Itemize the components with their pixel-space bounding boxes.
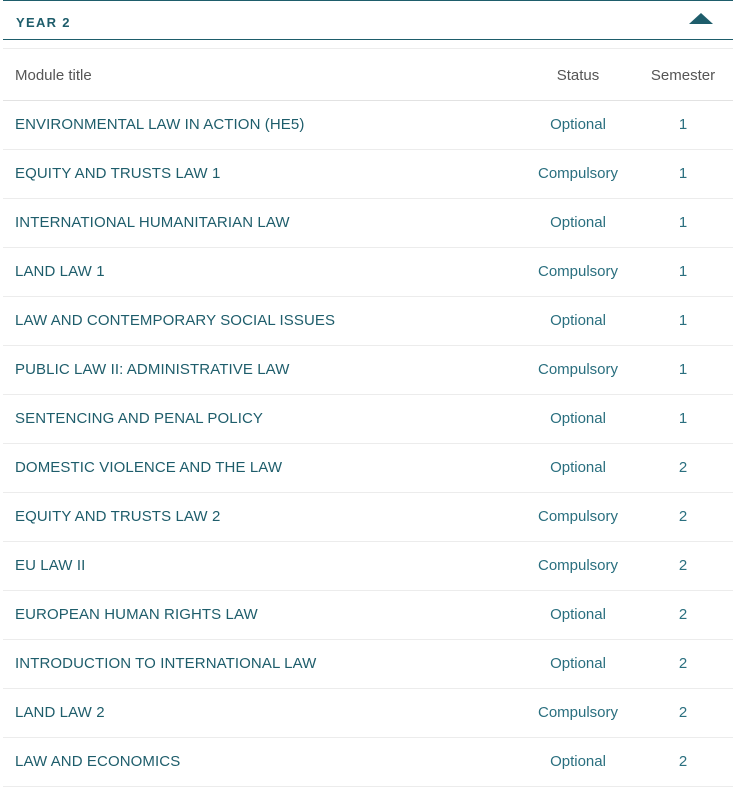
module-title-link[interactable]: LAW AND CONTEMPORARY SOCIAL ISSUES <box>15 297 335 345</box>
module-status: Compulsory <box>537 704 619 721</box>
module-status: Optional <box>550 214 606 231</box>
module-status: Optional <box>550 606 606 623</box>
module-semester: 1 <box>678 214 688 231</box>
table-row: EUROPEAN HUMAN RIGHTS LAW Optional 2 <box>3 591 733 640</box>
module-status: Compulsory <box>537 165 619 182</box>
header-semester: Semester <box>650 67 716 84</box>
module-title-link[interactable]: LAW AND ECONOMICS <box>15 738 180 786</box>
module-semester: 1 <box>678 263 688 280</box>
table-row: INTRODUCTION TO INTERNATIONAL LAW Optiona… <box>3 640 733 689</box>
module-status: Optional <box>550 459 606 476</box>
module-semester: 1 <box>678 165 688 182</box>
module-semester: 2 <box>678 704 688 721</box>
module-title-link[interactable]: PUBLIC LAW II: ADMINISTRATIVE LAW <box>15 346 289 394</box>
module-status: Optional <box>550 410 606 427</box>
module-semester: 2 <box>678 606 688 623</box>
module-title-link[interactable]: LAND LAW 1 <box>15 248 105 296</box>
table-row: LAND LAW 2 Compulsory 2 <box>3 689 733 738</box>
module-semester: 2 <box>678 753 688 770</box>
module-semester: 2 <box>678 459 688 476</box>
header-status: Status <box>556 67 600 84</box>
table-row: ENVIRONMENTAL LAW IN ACTION (HE5) Optiona… <box>3 101 733 150</box>
module-title-link[interactable]: LAND LAW 2 <box>15 689 105 737</box>
table-row: LAW AND CONTEMPORARY SOCIAL ISSUES Option… <box>3 297 733 346</box>
module-semester: 1 <box>678 312 688 329</box>
module-title-link[interactable]: SENTENCING AND PENAL POLICY <box>15 395 263 443</box>
table-row: PUBLIC LAW II: ADMINISTRATIVE LAW Compuls… <box>3 346 733 395</box>
table-row: LAND LAW 1 Compulsory 1 <box>3 248 733 297</box>
module-semester: 1 <box>678 116 688 133</box>
accordion-header[interactable]: YEAR 2 <box>3 0 733 40</box>
year-2-accordion: YEAR 2 <box>3 0 733 40</box>
module-semester: 2 <box>678 557 688 574</box>
module-title-link[interactable]: EUROPEAN HUMAN RIGHTS LAW <box>15 591 258 639</box>
table-row: DOMESTIC VIOLENCE AND THE LAW Optional 2 <box>3 444 733 493</box>
module-status: Optional <box>550 655 606 672</box>
module-title-link[interactable]: DOMESTIC VIOLENCE AND THE LAW <box>15 444 282 492</box>
table-row: LAW AND ECONOMICS Optional 2 <box>3 738 733 787</box>
table-row: EQUITY AND TRUSTS LAW 2 Compulsory 2 <box>3 493 733 542</box>
table-body: ENVIRONMENTAL LAW IN ACTION (HE5) Optiona… <box>3 101 733 787</box>
module-status: Compulsory <box>537 508 619 525</box>
module-status: Optional <box>550 753 606 770</box>
collapse-caret-icon[interactable] <box>689 13 713 24</box>
table-header-row: Module title Status Semester <box>3 49 733 101</box>
module-title-link[interactable]: EQUITY AND TRUSTS LAW 1 <box>15 150 220 198</box>
table-row: EU LAW II Compulsory 2 <box>3 542 733 591</box>
table-row: SENTENCING AND PENAL POLICY Optional 1 <box>3 395 733 444</box>
module-status: Optional <box>550 312 606 329</box>
module-semester: 2 <box>678 655 688 672</box>
module-status: Optional <box>550 116 606 133</box>
accordion-title: YEAR 2 <box>16 15 71 30</box>
header-module-title: Module title <box>15 67 92 84</box>
module-title-link[interactable]: ENVIRONMENTAL LAW IN ACTION (HE5) <box>15 101 304 149</box>
module-semester: 1 <box>678 410 688 427</box>
module-semester: 2 <box>678 508 688 525</box>
module-title-link[interactable]: INTERNATIONAL HUMANITARIAN LAW <box>15 199 290 247</box>
module-status: Compulsory <box>537 557 619 574</box>
table-row: INTERNATIONAL HUMANITARIAN LAW Optional 1 <box>3 199 733 248</box>
module-title-link[interactable]: INTRODUCTION TO INTERNATIONAL LAW <box>15 640 316 688</box>
module-title-link[interactable]: EU LAW II <box>15 542 85 590</box>
module-status: Compulsory <box>537 263 619 280</box>
table-row: EQUITY AND TRUSTS LAW 1 Compulsory 1 <box>3 150 733 199</box>
module-semester: 1 <box>678 361 688 378</box>
modules-table: Module title Status Semester ENVIRONMENT… <box>3 48 733 787</box>
module-status: Compulsory <box>537 361 619 378</box>
module-title-link[interactable]: EQUITY AND TRUSTS LAW 2 <box>15 493 220 541</box>
